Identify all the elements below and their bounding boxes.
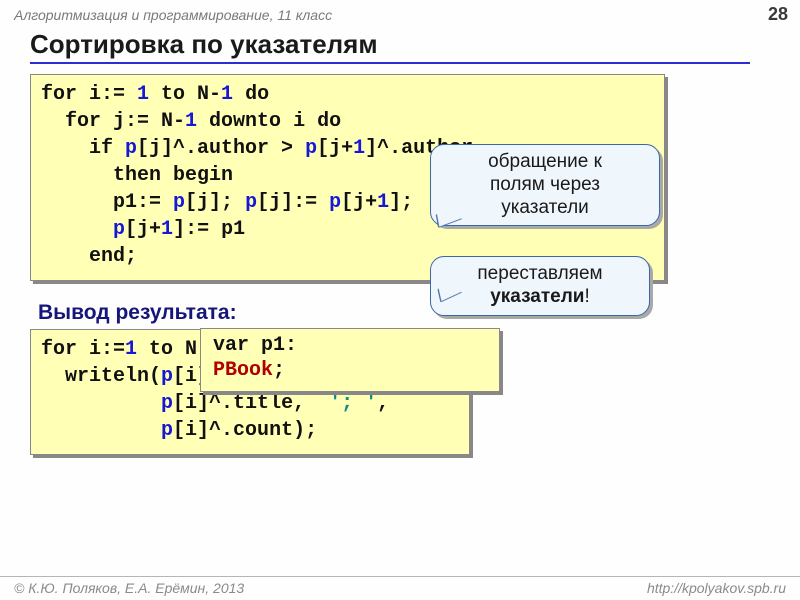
copyright: © К.Ю. Поляков, Е.А. Ерёмин, 2013 [14,580,244,596]
footer-bar: © К.Ю. Поляков, Е.А. Ерёмин, 2013 http:/… [0,576,800,600]
footer-url: http://kpolyakov.spb.ru [647,580,786,596]
course-label: Алгоритмизация и программирование, 11 кл… [14,7,332,23]
callout-text: ! [584,286,589,307]
output-heading: Вывод результата: [38,301,770,325]
page-number: 28 [768,4,788,25]
callout-line: полям через [490,174,600,195]
callout-fields: обращение к полям через указатели [430,144,660,226]
callout-line: указатели [501,197,589,218]
var-decl-box: var p1: PBook; [200,328,500,392]
slide-title: Сортировка по указателям [30,29,750,64]
header-bar: Алгоритмизация и программирование, 11 кл… [0,0,800,27]
callout-bold: указатели [490,286,584,307]
callout-text: переставляем [477,263,602,284]
callout-tail-icon [437,289,462,303]
slide-body: for i:= 1 to N-1 do for j:= N-1 downto i… [0,74,800,455]
callout-line: обращение к [488,151,602,172]
callout-swap: переставляем указатели! [430,256,650,316]
